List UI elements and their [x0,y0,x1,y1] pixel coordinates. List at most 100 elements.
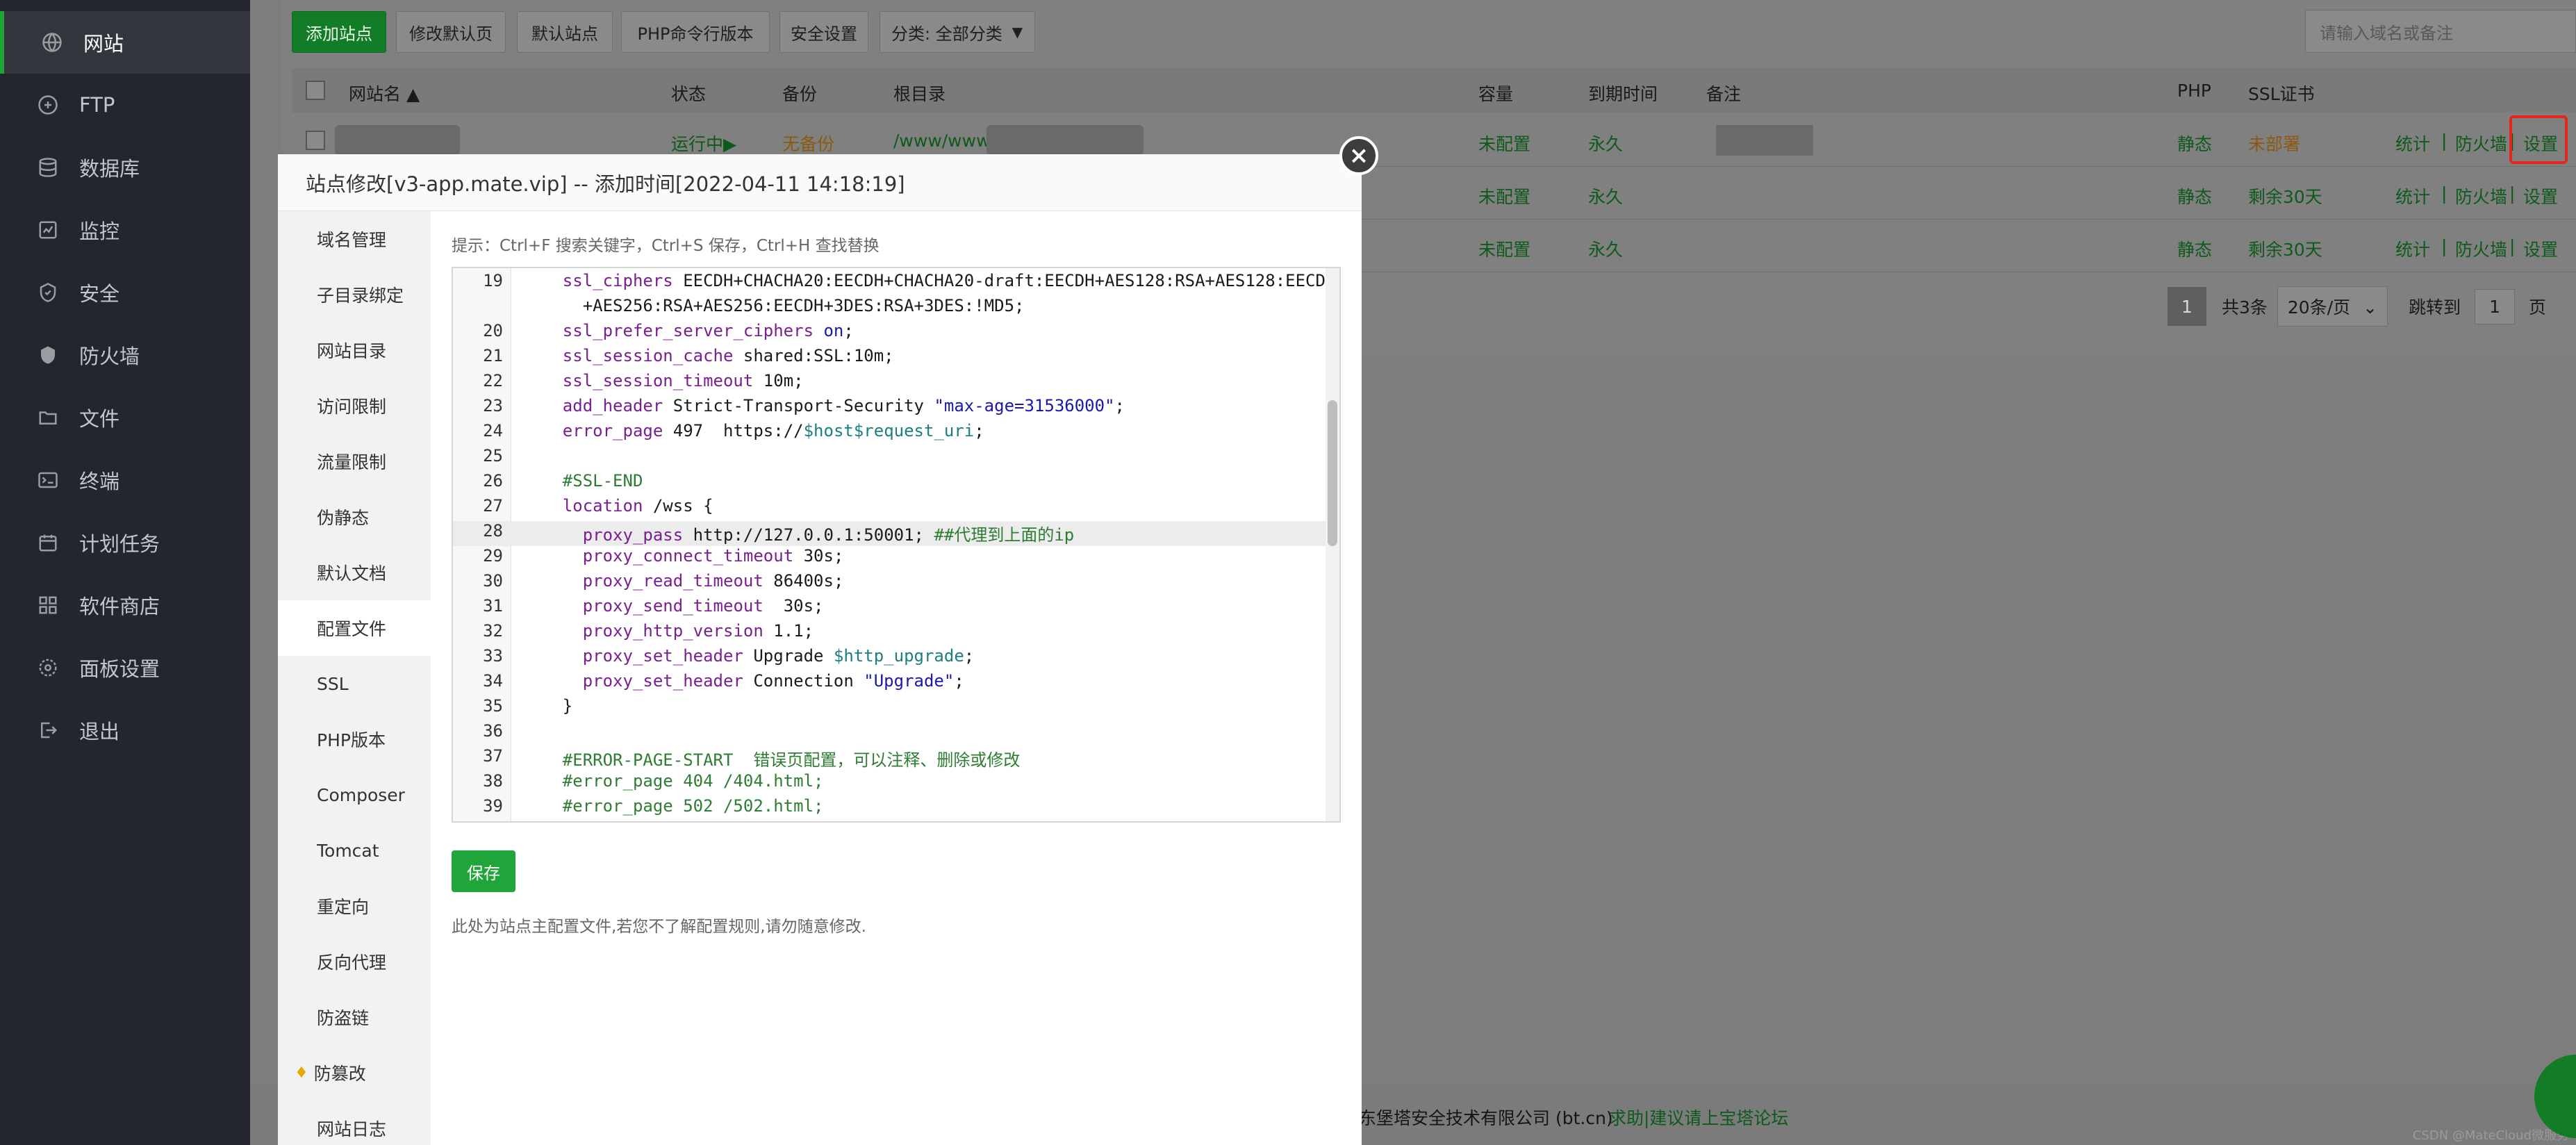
settings-link[interactable]: 设置 [2523,236,2558,261]
sidebar-item-settings[interactable]: 面板设置 [0,636,250,699]
stats-link[interactable]: 统计 [2395,131,2430,156]
sidebar-item-database[interactable]: 数据库 [0,136,250,199]
nav-hotlink[interactable]: 防盗链 [278,989,431,1045]
nav-traffic-limit[interactable]: 流量限制 [278,434,431,489]
select-all-checkbox[interactable] [306,81,325,100]
quota[interactable]: 未配置 [1478,236,1530,261]
php-cli-button[interactable]: PHP命令行版本 [621,11,770,53]
editor-scrollbar[interactable] [1326,268,1339,821]
sidebar-item-terminal[interactable]: 终端 [0,449,250,511]
page-current[interactable]: 1 [2168,287,2206,326]
code-line[interactable]: 34 proxy_set_header Connection "Upgrade"… [453,671,1339,696]
expire[interactable]: 永久 [1588,183,1623,208]
nav-tomcat[interactable]: Tomcat [278,823,431,878]
code-line[interactable]: 28 proxy_pass http://127.0.0.1:50001; ##… [453,521,1339,546]
nav-config-file[interactable]: 配置文件 [278,600,431,656]
nav-redirect[interactable]: 重定向 [278,878,431,934]
php-version[interactable]: 静态 [2177,183,2212,208]
nav-default-doc[interactable]: 默认文档 [278,545,431,600]
code-line[interactable]: 27 location /wss { [453,496,1339,521]
col-name[interactable]: 网站名 ▲ [349,81,420,106]
code-line[interactable]: 38 #error_page 404 /404.html; [453,771,1339,796]
category-select[interactable]: 分类: 全部分类 ▼ [880,11,1035,53]
nav-domain[interactable]: 域名管理 [278,211,431,267]
line-number: 34 [483,671,503,691]
nav-access-limit[interactable]: 访问限制 [278,378,431,434]
code-line[interactable]: 31 proxy_send_timeout 30s; [453,596,1339,621]
settings-link[interactable]: 设置 [2523,183,2558,208]
sidebar-item-security[interactable]: 安全 [0,261,250,324]
code-line[interactable]: 20 ssl_prefer_server_ciphers on; [453,321,1339,346]
default-site-button[interactable]: 默认站点 [517,11,613,53]
nav-tamper-proof[interactable]: ♦ 防篡改 [278,1045,431,1101]
editor-scroll-thumb[interactable] [1328,400,1337,546]
sidebar-item-files[interactable]: 文件 [0,386,250,449]
firewall-link[interactable]: 防火墙 [2455,183,2507,208]
footer-help-link[interactable]: 求助|建议请上宝塔论坛 [1609,1105,1788,1130]
code-line[interactable]: 25 [453,446,1339,471]
nav-reverse-proxy[interactable]: 反向代理 [278,934,431,989]
ssl-status[interactable]: 剩余30天 [2248,183,2322,208]
code-line[interactable]: 24 error_page 497 https://$host$request_… [453,421,1339,446]
sidebar-item-cron[interactable]: 计划任务 [0,511,250,574]
expire[interactable]: 永久 [1588,131,1623,156]
quota[interactable]: 未配置 [1478,183,1530,208]
search-input[interactable]: 请输入域名或备注 [2305,10,2576,53]
col-expire[interactable]: 到期时间 [1588,81,1658,106]
sidebar-item-logout[interactable]: 退出 [0,699,250,761]
backup-status[interactable]: 无备份 [782,131,834,156]
code-line[interactable]: 30 proxy_read_timeout 86400s; [453,571,1339,596]
code-line[interactable]: 32 proxy_http_version 1.1; [453,621,1339,646]
firewall-link[interactable]: 防火墙 [2455,131,2507,156]
jump-input[interactable]: 1 [2475,288,2516,324]
close-modal-button[interactable]: × [1339,136,1378,175]
nav-php-version[interactable]: PHP版本 [278,711,431,767]
nav-site-log[interactable]: 网站日志 [278,1101,431,1145]
code-line[interactable]: 23 add_header Strict-Transport-Security … [453,396,1339,421]
sidebar-item-store[interactable]: 软件商店 [0,574,250,636]
nav-composer[interactable]: Composer [278,767,431,823]
edit-default-page-button[interactable]: 修改默认页 [396,11,506,53]
nav-ssl[interactable]: SSL [278,656,431,711]
code-line[interactable]: 39 #error_page 502 /502.html; [453,796,1339,821]
stats-link[interactable]: 统计 [2395,236,2430,261]
php-version[interactable]: 静态 [2177,236,2212,261]
code-line[interactable]: 36 [453,721,1339,746]
code-line[interactable]: 35 } [453,696,1339,721]
status-running[interactable]: 运行中▶ [671,131,736,156]
col-quota: 容量 [1478,84,1514,104]
category-select-label: 分类: 全部分类 [891,24,1002,44]
php-version[interactable]: 静态 [2177,131,2212,156]
nav-rewrite[interactable]: 伪静态 [278,489,431,545]
security-settings-button[interactable]: 安全设置 [779,11,868,53]
sidebar-item-monitor[interactable]: 监控 [0,199,250,261]
sidebar-item-website[interactable]: 网站 [0,11,250,74]
code-line[interactable]: 37 #ERROR-PAGE-START 错误页配置，可以注释、删除或修改 [453,746,1339,771]
nav-site-dir[interactable]: 网站目录 [278,322,431,378]
sidebar-item-ftp[interactable]: FTP [0,74,250,136]
code-line[interactable]: 26 #SSL-END [453,471,1339,496]
ftp-icon [36,93,60,117]
config-editor[interactable]: 19 ssl_ciphers EECDH+CHACHA20:EECDH+CHAC… [452,267,1341,823]
per-page-select[interactable]: 20条/页 ⌄ [2277,286,2388,327]
code-line[interactable]: 21 ssl_session_cache shared:SSL:10m; [453,346,1339,371]
save-button[interactable]: 保存 [452,850,515,892]
code-line[interactable]: 33 proxy_set_header Upgrade $http_upgrad… [453,646,1339,671]
row-checkbox[interactable] [306,131,325,150]
sidebar-item-label: 终端 [79,470,120,493]
firewall-link[interactable]: 防火墙 [2455,236,2507,261]
code-line[interactable]: +AES256:RSA+AES256:EECDH+3DES:RSA+3DES:!… [453,296,1339,321]
code-text: ssl_session_cache shared:SSL:10m; [562,346,894,365]
add-site-button[interactable]: 添加站点 [292,11,386,53]
expire[interactable]: 永久 [1588,236,1623,261]
quota[interactable]: 未配置 [1478,131,1530,156]
code-line[interactable]: 29 proxy_connect_timeout 30s; [453,546,1339,571]
col-status[interactable]: 状态 [671,81,706,106]
stats-link[interactable]: 统计 [2395,183,2430,208]
code-line[interactable]: 22 ssl_session_timeout 10m; [453,371,1339,396]
nav-subdir[interactable]: 子目录绑定 [278,267,431,322]
ssl-status[interactable]: 剩余30天 [2248,236,2322,261]
code-line[interactable]: 19 ssl_ciphers EECDH+CHACHA20:EECDH+CHAC… [453,271,1339,296]
ssl-status[interactable]: 未部署 [2248,131,2300,156]
sidebar-item-firewall[interactable]: 防火墙 [0,324,250,386]
